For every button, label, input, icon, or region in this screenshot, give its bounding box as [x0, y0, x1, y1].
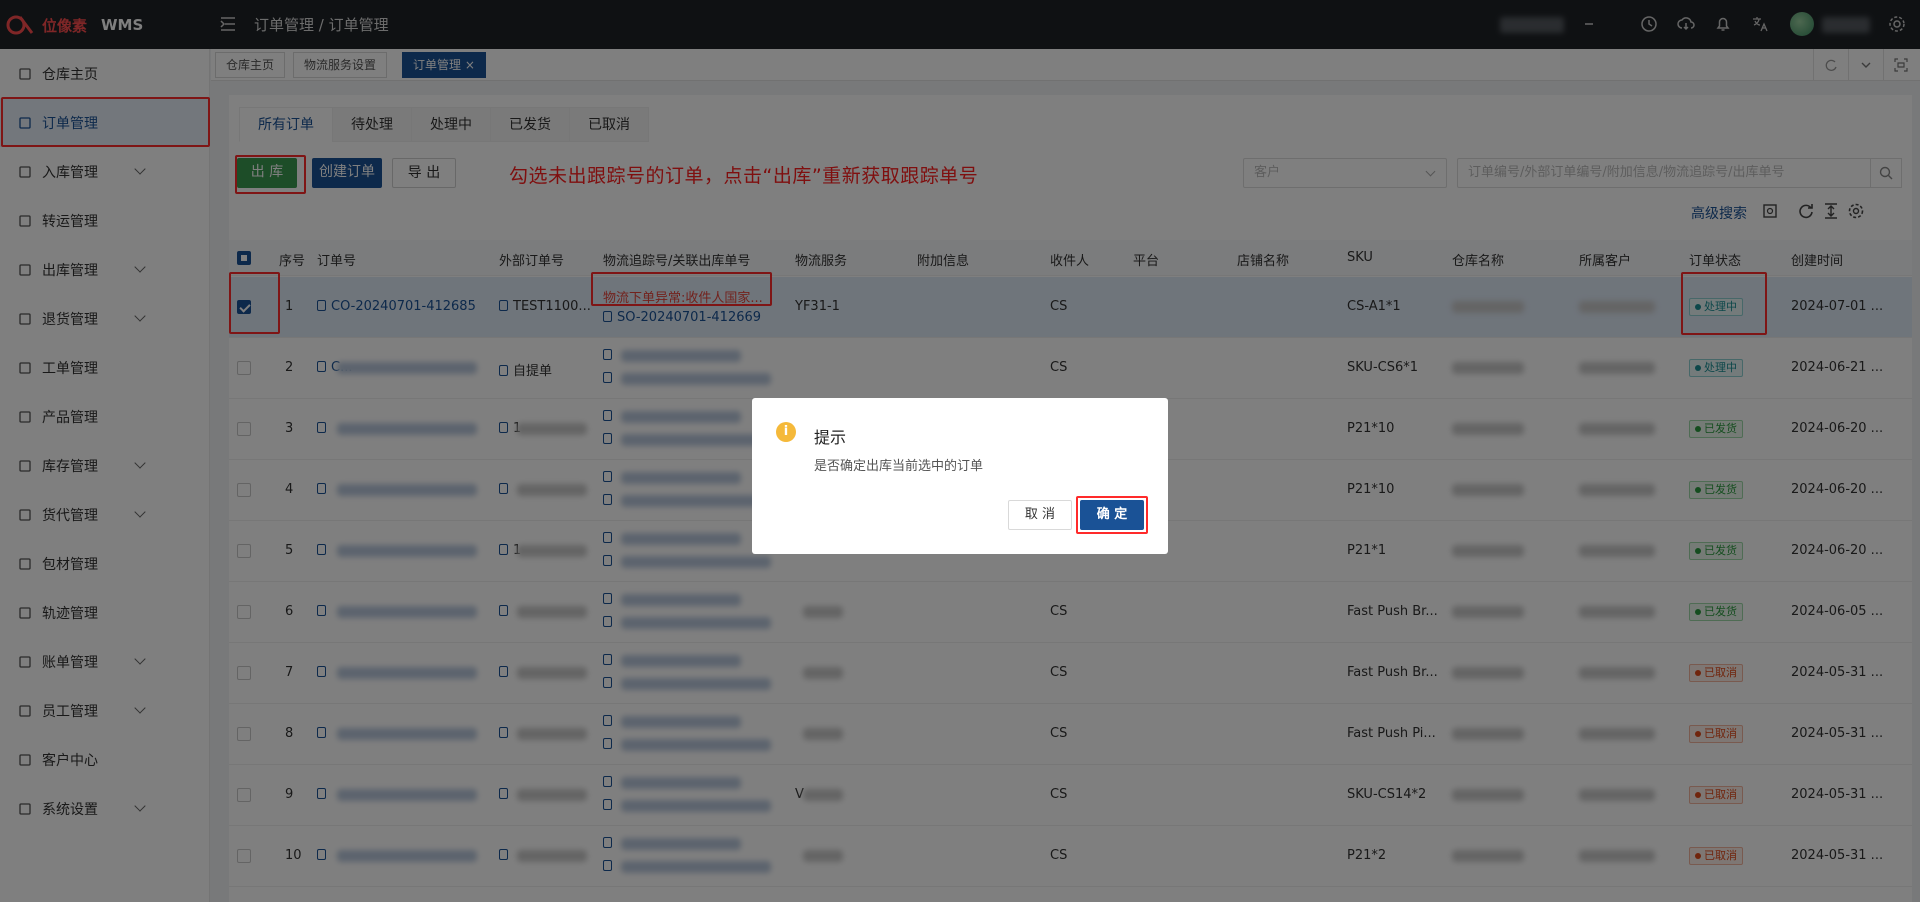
app-root: 位像素 WMS 订单管理 / 订单管理 仓库主页订单管理入库管理转运管理出库管理… — [0, 0, 1920, 902]
dialog-message: 是否确定出库当前选中的订单 — [814, 459, 984, 474]
confirm-dialog: i 提示 是否确定出库当前选中的订单 取 消 确 定 — [752, 398, 1168, 554]
confirm-button[interactable]: 确 定 — [1080, 500, 1144, 530]
cancel-button[interactable]: 取 消 — [1008, 500, 1072, 530]
dialog-title: 提示 — [814, 428, 847, 447]
info-icon: i — [776, 422, 796, 442]
